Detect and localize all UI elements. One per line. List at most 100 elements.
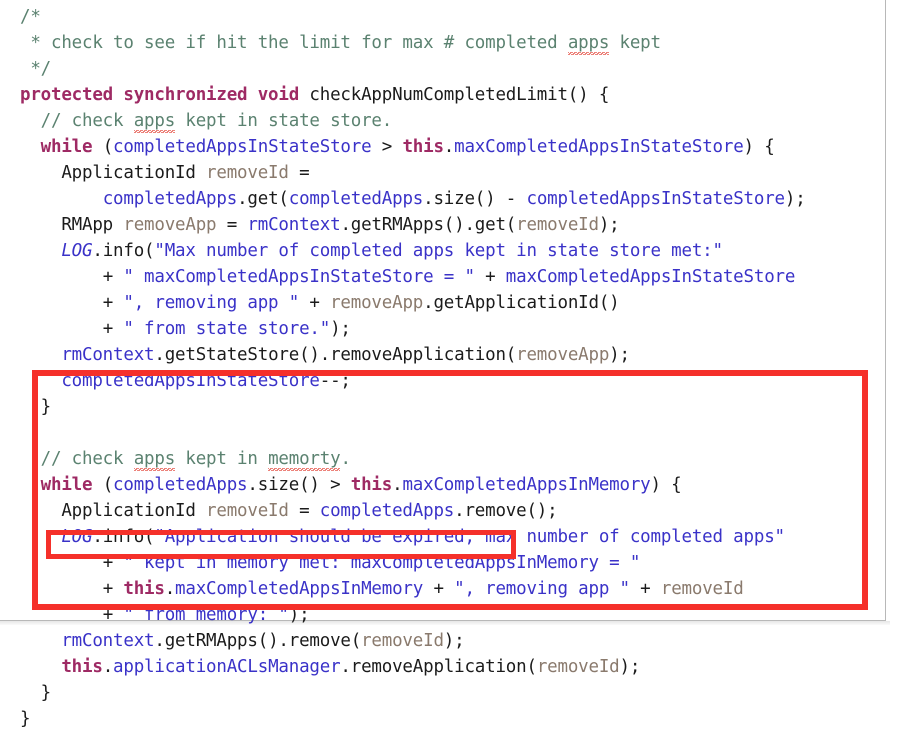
code-line[interactable]: ApplicationId removeId = completedApps.r… [0, 498, 884, 524]
code-token-plain: .size() - [423, 189, 527, 209]
code-line[interactable]: */ [0, 56, 884, 82]
code-token-static: LOG [61, 241, 93, 261]
code-token-plain: ) { [650, 475, 682, 495]
code-token-static: LOG [61, 527, 93, 547]
code-token-plain: + [629, 579, 661, 599]
code-token-field: completedApps [102, 189, 238, 209]
code-token-plain: ); [598, 215, 620, 235]
code-token-plain: .info( [92, 241, 155, 261]
code-token-plain: .remove(); [454, 501, 558, 521]
code-screenshot: /* * check to see if hit the limit for m… [0, 0, 900, 729]
code-line[interactable]: completedAppsInStateStore--; [0, 368, 884, 394]
code-line[interactable]: * check to see if hit the limit for max … [0, 30, 884, 56]
code-token-string: ", removing app " [454, 579, 630, 599]
code-token-plain: .getStateStore().removeApplication( [154, 345, 517, 365]
code-line[interactable]: RMApp removeApp = rmContext.getRMApps().… [0, 212, 884, 238]
code-token-field: rmContext [61, 631, 155, 651]
code-token-local: removeApp [330, 293, 424, 313]
code-token-plain: RMApp [61, 215, 124, 235]
code-token-plain: ); [609, 345, 630, 365]
code-token-local: removeApp [516, 345, 610, 365]
code-line[interactable]: rmContext.getRMApps().remove(removeId); [0, 628, 884, 654]
code-token-plain: + [102, 553, 124, 573]
code-line[interactable]: LOG.info("Application should be expired,… [0, 524, 884, 550]
spellcheck-word: memorty [268, 446, 341, 472]
code-line[interactable]: /* [0, 4, 884, 30]
code-line[interactable]: } [0, 706, 884, 732]
code-token-plain: + [102, 319, 124, 339]
code-token-local: removeApp [123, 215, 217, 235]
code-token-plain: + [102, 579, 124, 599]
code-line[interactable]: LOG.info("Max number of completed apps k… [0, 238, 884, 264]
code-token-plain: + [102, 293, 124, 313]
code-line[interactable] [0, 420, 884, 446]
code-line[interactable]: while (completedApps.size() > this.maxCo… [0, 472, 884, 498]
code-token-field: completedAppsInStateStore [113, 137, 372, 157]
code-token-keyword: this [402, 137, 444, 157]
code-token-field: completedApps [319, 501, 455, 521]
code-token-plain: } [40, 683, 52, 703]
code-token-plain: ApplicationId [61, 163, 207, 183]
code-line[interactable]: + " kept in memory met: maxCompletedApps… [0, 550, 884, 576]
code-token-keyword: this [61, 657, 103, 677]
code-line[interactable]: + " from state store."); [0, 316, 884, 342]
code-line[interactable]: // check apps kept in memorty. [0, 446, 884, 472]
code-token-plain: ); [619, 657, 641, 677]
code-token-plain: --; [319, 371, 351, 391]
code-line[interactable]: this.applicationACLsManager.removeApplic… [0, 654, 884, 680]
code-line[interactable]: while (completedAppsInStateStore > this.… [0, 134, 884, 160]
code-token-comment: kept in state store. [175, 111, 393, 131]
code-token-plain: } [40, 397, 52, 417]
code-line[interactable]: completedApps.get(completedApps.size() -… [0, 186, 884, 212]
code-token-plain: ); [330, 319, 351, 339]
code-token-local: removeId [361, 631, 444, 651]
code-line[interactable]: } [0, 394, 884, 420]
code-token-plain: .size() > [247, 475, 351, 495]
code-token-comment: */ [20, 59, 52, 79]
spellcheck-word: apps [567, 30, 610, 56]
code-line[interactable]: + " from memory: "); [0, 602, 884, 628]
code-token-field: completedAppsInStateStore [61, 371, 320, 391]
code-token-plain: = [288, 501, 320, 521]
code-line[interactable]: } [0, 680, 884, 706]
code-token-local: removeId [660, 579, 744, 599]
code-token-string: " from state store." [123, 319, 331, 339]
code-line[interactable]: ApplicationId removeId = [0, 160, 884, 186]
code-line[interactable]: + this.maxCompletedAppsInMemory + ", rem… [0, 576, 884, 602]
code-line[interactable]: // check apps kept in state store. [0, 108, 884, 134]
code-line[interactable]: + ", removing app " + removeApp.getAppli… [0, 290, 884, 316]
code-editor-surface[interactable]: /* * check to see if hit the limit for m… [0, 0, 884, 729]
code-token-local: removeId [206, 163, 289, 183]
code-token-plain: + [102, 605, 124, 625]
code-token-plain: ) { [743, 137, 775, 157]
code-line[interactable]: rmContext.getStateStore().removeApplicat… [0, 342, 884, 368]
code-token-plain: . [392, 475, 403, 495]
code-token-comment: . [340, 449, 351, 469]
spellcheck-word: apps [133, 108, 176, 134]
code-token-comment: kept in [175, 449, 269, 469]
code-token-plain: . [443, 137, 455, 157]
code-token-plain: + [423, 579, 455, 599]
code-line[interactable]: protected synchronized void checkAppNumC… [0, 82, 884, 108]
code-token-local: removeId [206, 501, 289, 521]
code-line[interactable]: + " maxCompletedAppsInStateStore = " + m… [0, 264, 884, 290]
code-token-plain: ); [443, 631, 465, 651]
